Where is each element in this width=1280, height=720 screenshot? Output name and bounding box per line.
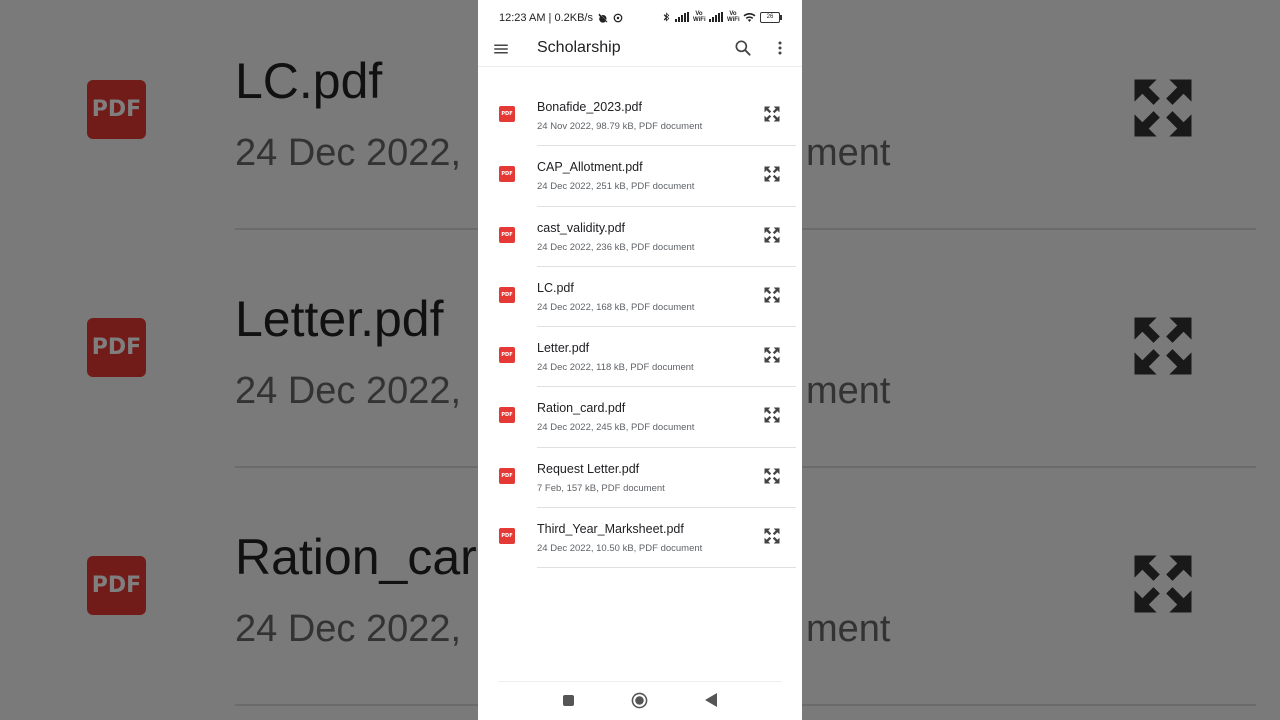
back-button-icon[interactable] [705, 693, 717, 707]
expand-icon[interactable] [762, 225, 782, 245]
file-name: CAP_Allotment.pdf [537, 160, 643, 175]
file-name: Request Letter.pdf [537, 461, 640, 476]
file-meta: 24 Dec 2022, 168 kB, PDF document [537, 301, 695, 313]
row-divider [537, 567, 796, 569]
pdf-file-icon: PDF [499, 347, 515, 364]
expand-icon[interactable] [762, 466, 782, 486]
file-row[interactable]: PDF Request Letter.pdf 7 Feb, 157 kB, PD… [478, 448, 802, 509]
file-meta: 24 Dec 2022, 10.50 kB, PDF document [537, 543, 703, 555]
pdf-file-icon: PDF [499, 467, 515, 484]
expand-icon[interactable] [762, 526, 782, 546]
file-name: LC.pdf [537, 280, 574, 295]
signal-bars-icon [709, 12, 723, 22]
expand-icon[interactable] [762, 405, 782, 425]
vowifi-label: Vo WiFi [727, 11, 740, 23]
alarm-off-icon [598, 13, 608, 23]
file-name: Ration_card.pdf [537, 401, 626, 416]
file-name: cast_validity.pdf [537, 220, 626, 235]
expand-icon[interactable] [762, 285, 782, 305]
system-nav-bar [478, 682, 802, 720]
app-bar: Scholarship [478, 34, 802, 68]
file-row[interactable]: PDF LC.pdf 24 Dec 2022, 168 kB, PDF docu… [478, 267, 802, 328]
battery-icon: 26 [760, 11, 782, 23]
file-meta: 24 Nov 2022, 98.79 kB, PDF document [537, 121, 703, 132]
recents-button-icon[interactable] [563, 695, 574, 706]
wifi-icon [743, 12, 756, 22]
file-row[interactable]: PDF Ration_card.pdf 24 Dec 2022, 245 kB,… [478, 387, 802, 448]
pdf-file-icon: PDF [499, 106, 515, 122]
bluetooth-icon [663, 12, 670, 22]
pdf-file-icon: PDF [499, 286, 515, 303]
file-row[interactable]: PDF Bonafide_2023.pdf 24 Nov 2022, 98.79… [478, 86, 802, 147]
app-bar-divider [478, 66, 802, 67]
file-row[interactable]: PDF cast_validity.pdf 24 Dec 2022, 236 k… [478, 207, 802, 267]
expand-icon[interactable] [762, 345, 782, 365]
phone-screen: 12:23 AM | 0.2KB/s Vo WiFi Vo WiFi 26 Sc… [478, 0, 802, 720]
file-meta: 7 Feb, 157 kB, PDF document [537, 482, 665, 494]
status-right: Vo WiFi Vo WiFi 26 [662, 11, 782, 23]
vowifi-label: Vo WiFi [693, 11, 706, 23]
file-list: PDF Bonafide_2023.pdf 24 Nov 2022, 98.79… [478, 86, 802, 569]
file-meta: 24 Dec 2022, 118 kB, PDF document [537, 362, 694, 374]
file-row[interactable]: PDF Letter.pdf 24 Dec 2022, 118 kB, PDF … [478, 327, 802, 388]
more-vert-icon[interactable] [774, 38, 786, 58]
file-row[interactable]: PDF Third_Year_Marksheet.pdf 24 Dec 2022… [478, 508, 802, 569]
status-left: 12:23 AM | 0.2KB/s [499, 12, 623, 24]
hamburger-menu-icon[interactable] [492, 40, 510, 58]
page-title: Scholarship [537, 39, 621, 56]
expand-icon[interactable] [762, 164, 782, 184]
status-bar: 12:23 AM | 0.2KB/s Vo WiFi Vo WiFi 26 [478, 0, 802, 34]
pdf-file-icon: PDF [499, 407, 515, 424]
signal-bars-icon [675, 12, 689, 22]
file-meta: 24 Dec 2022, 251 kB, PDF document [537, 181, 695, 193]
sync-status-icon [613, 13, 623, 23]
pdf-file-icon: PDF [499, 226, 515, 243]
file-name: Letter.pdf [537, 341, 590, 356]
file-meta: 24 Dec 2022, 236 kB, PDF document [537, 241, 695, 253]
expand-icon[interactable] [762, 104, 782, 124]
file-row[interactable]: PDF CAP_Allotment.pdf 24 Dec 2022, 251 k… [478, 146, 802, 207]
file-name: Bonafide_2023.pdf [537, 100, 642, 114]
pdf-file-icon: PDF [499, 166, 515, 183]
status-time-speed: 12:23 AM | 0.2KB/s [499, 12, 593, 24]
home-button-icon[interactable] [631, 692, 648, 709]
search-icon[interactable] [733, 38, 753, 58]
file-meta: 24 Dec 2022, 245 kB, PDF document [537, 422, 695, 434]
file-name: Third_Year_Marksheet.pdf [537, 522, 684, 537]
pdf-file-icon: PDF [499, 528, 515, 545]
